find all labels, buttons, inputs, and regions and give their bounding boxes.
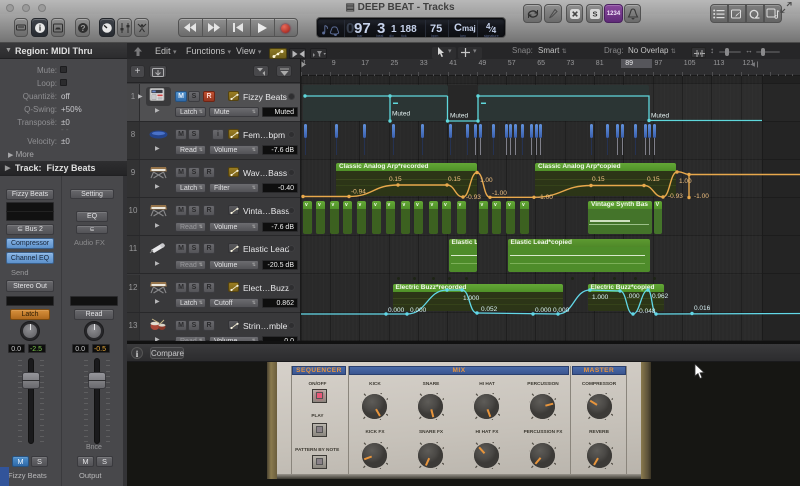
- svg-text:1.000: 1.000: [592, 294, 609, 301]
- svg-text:0.000: 0.000: [535, 307, 552, 314]
- svg-text:0.000: 0.000: [388, 307, 405, 314]
- svg-text:Muted: Muted: [651, 113, 669, 120]
- svg-text:1.00: 1.00: [480, 177, 493, 184]
- svg-text:0.15: 0.15: [448, 176, 461, 183]
- svg-text:0.016: 0.016: [694, 305, 711, 312]
- svg-text:.000: .000: [627, 293, 640, 300]
- svg-text:1.00: 1.00: [679, 178, 692, 185]
- svg-text:1.000: 1.000: [463, 295, 480, 302]
- svg-text:-1.00: -1.00: [694, 193, 709, 200]
- svg-text:0.000: 0.000: [410, 307, 427, 314]
- svg-text:-1.00: -1.00: [538, 194, 553, 201]
- svg-text:-1.00: -1.00: [492, 190, 507, 197]
- svg-text:0.15: 0.15: [389, 176, 402, 183]
- svg-text:Muted: Muted: [392, 111, 410, 118]
- svg-text:-0.93: -0.93: [668, 193, 683, 200]
- svg-text:0.15: 0.15: [647, 176, 660, 183]
- svg-text:Muted: Muted: [450, 113, 468, 120]
- svg-text:0.15: 0.15: [592, 176, 605, 183]
- svg-text:0.000: 0.000: [553, 307, 570, 314]
- svg-text:S: S: [592, 9, 597, 18]
- svg-text:-0.94: -0.94: [351, 189, 366, 196]
- svg-text:-0.93: -0.93: [466, 194, 481, 201]
- svg-text:-0.048: -0.048: [637, 308, 656, 315]
- svg-text:0.052: 0.052: [481, 306, 498, 313]
- svg-text:?: ?: [80, 22, 85, 32]
- svg-text:0.962: 0.962: [652, 293, 669, 300]
